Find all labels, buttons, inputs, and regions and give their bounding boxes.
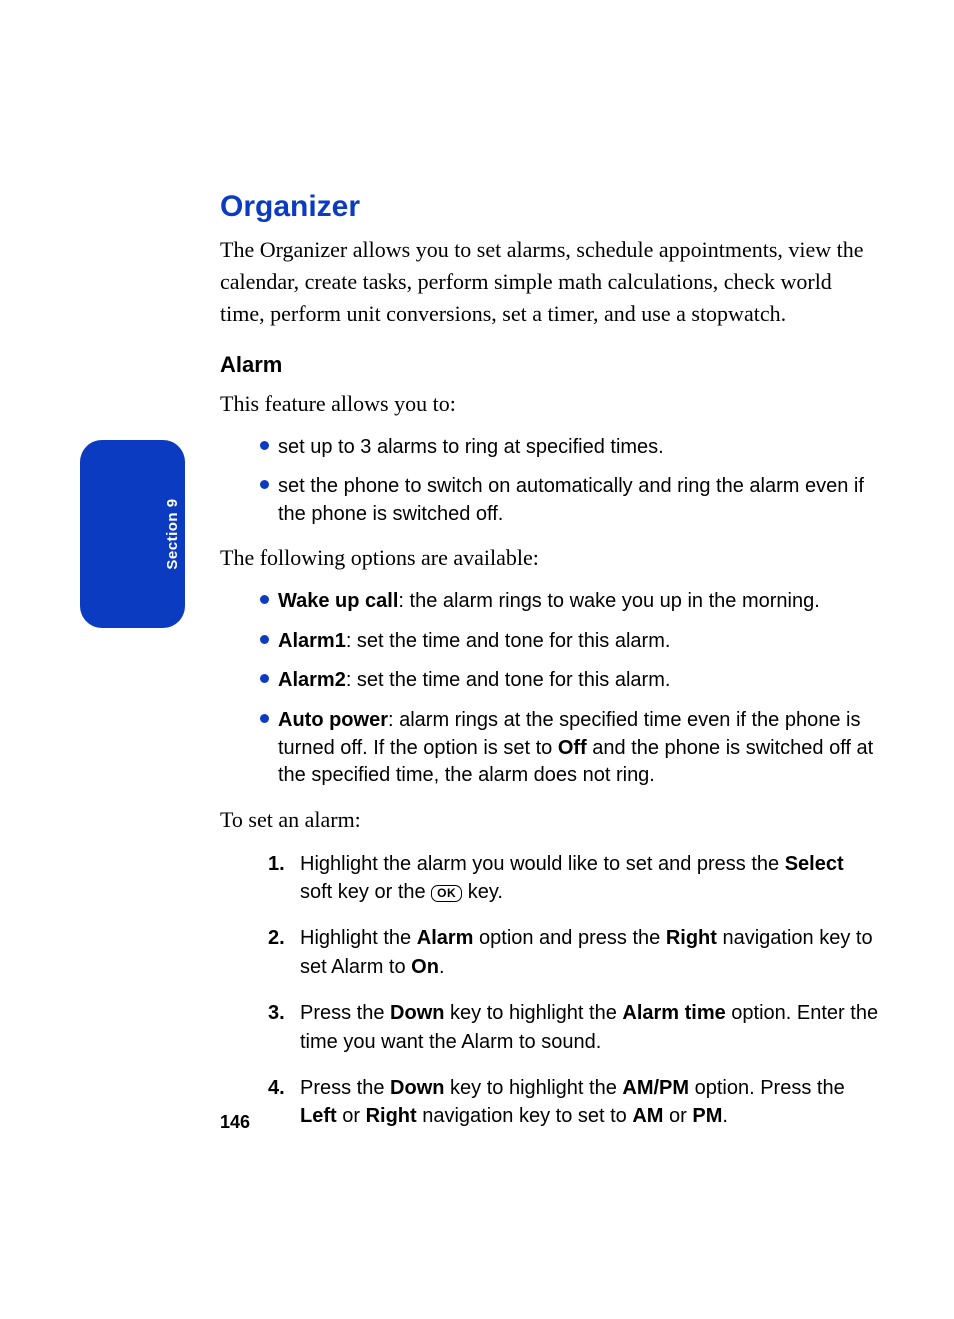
- step-text: Highlight the: [300, 927, 417, 949]
- step-number: 3.: [268, 999, 285, 1027]
- option-name: Alarm1: [278, 630, 346, 652]
- step-text: .: [439, 956, 445, 978]
- step-bold: Left: [300, 1105, 337, 1127]
- alarm-lead: This feature allows you to:: [220, 388, 880, 420]
- list-item: set up to 3 alarms to ring at specified …: [220, 434, 880, 462]
- step-text: Highlight the alarm you would like to se…: [300, 853, 785, 875]
- step-bold: On: [411, 956, 439, 978]
- step-bold: Right: [666, 927, 717, 949]
- step-bold: Alarm: [417, 927, 474, 949]
- content-column: Organizer The Organizer allows you to se…: [220, 190, 880, 1149]
- option-name: Alarm2: [278, 669, 346, 691]
- option-name: Wake up call: [278, 590, 398, 612]
- step-item: 2. Highlight the Alarm option and press …: [220, 924, 880, 981]
- list-item: Alarm1: set the time and tone for this a…: [220, 628, 880, 656]
- list-item: set the phone to switch on automatically…: [220, 473, 880, 528]
- step-number: 4.: [268, 1074, 285, 1102]
- option-desc: : the alarm rings to wake you up in the …: [398, 590, 819, 612]
- page-number: 146: [220, 1112, 250, 1133]
- step-text: key.: [462, 881, 503, 903]
- step-text: key to highlight the: [444, 1077, 622, 1099]
- step-text: or: [663, 1105, 692, 1127]
- list-item-text: set the phone to switch on automatically…: [278, 475, 864, 525]
- options-list: Wake up call: the alarm rings to wake yo…: [220, 588, 880, 790]
- option-name: Auto power: [278, 709, 388, 731]
- step-text: soft key or the: [300, 881, 431, 903]
- ok-key-icon: OK: [431, 885, 462, 902]
- step-number: 2.: [268, 924, 285, 952]
- step-bold: Select: [785, 853, 844, 875]
- step-bold: AM/PM: [622, 1077, 689, 1099]
- step-bold: PM: [692, 1105, 722, 1127]
- feature-list: set up to 3 alarms to ring at specified …: [220, 434, 880, 529]
- section-tab-label: Section 9: [164, 498, 181, 569]
- step-bold: Right: [366, 1105, 417, 1127]
- section-tab: Section 9: [80, 440, 185, 628]
- heading-organizer: Organizer: [220, 190, 880, 224]
- step-text: Press the: [300, 1002, 390, 1024]
- bullet-icon: [260, 480, 269, 489]
- bullet-icon: [260, 714, 269, 723]
- step-bold: Down: [390, 1077, 444, 1099]
- step-number: 1.: [268, 850, 285, 878]
- step-bold: Alarm time: [622, 1002, 725, 1024]
- option-desc: : set the time and tone for this alarm.: [346, 669, 671, 691]
- bullet-icon: [260, 441, 269, 450]
- list-item: Auto power: alarm rings at the specified…: [220, 707, 880, 790]
- step-text: Press the: [300, 1077, 390, 1099]
- step-item: 4. Press the Down key to highlight the A…: [220, 1074, 880, 1131]
- steps-list: 1. Highlight the alarm you would like to…: [220, 850, 880, 1131]
- step-text: option. Press the: [689, 1077, 845, 1099]
- steps-lead: To set an alarm:: [220, 804, 880, 836]
- heading-alarm: Alarm: [220, 352, 880, 378]
- bullet-icon: [260, 635, 269, 644]
- step-text: option and press the: [473, 927, 665, 949]
- step-text: or: [337, 1105, 366, 1127]
- bullet-icon: [260, 674, 269, 683]
- intro-paragraph: The Organizer allows you to set alarms, …: [220, 234, 880, 330]
- list-item-text: set up to 3 alarms to ring at specified …: [278, 436, 664, 458]
- options-lead: The following options are available:: [220, 542, 880, 574]
- step-text: key to highlight the: [444, 1002, 622, 1024]
- option-desc: : set the time and tone for this alarm.: [346, 630, 671, 652]
- step-bold: AM: [632, 1105, 663, 1127]
- option-desc-bold: Off: [558, 737, 587, 759]
- step-text: navigation key to set to: [417, 1105, 633, 1127]
- step-bold: Down: [390, 1002, 444, 1024]
- list-item: Wake up call: the alarm rings to wake yo…: [220, 588, 880, 616]
- bullet-icon: [260, 595, 269, 604]
- page: Section 9 Organizer The Organizer allows…: [0, 0, 954, 1319]
- step-item: 3. Press the Down key to highlight the A…: [220, 999, 880, 1056]
- list-item: Alarm2: set the time and tone for this a…: [220, 667, 880, 695]
- step-text: .: [722, 1105, 728, 1127]
- step-item: 1. Highlight the alarm you would like to…: [220, 850, 880, 907]
